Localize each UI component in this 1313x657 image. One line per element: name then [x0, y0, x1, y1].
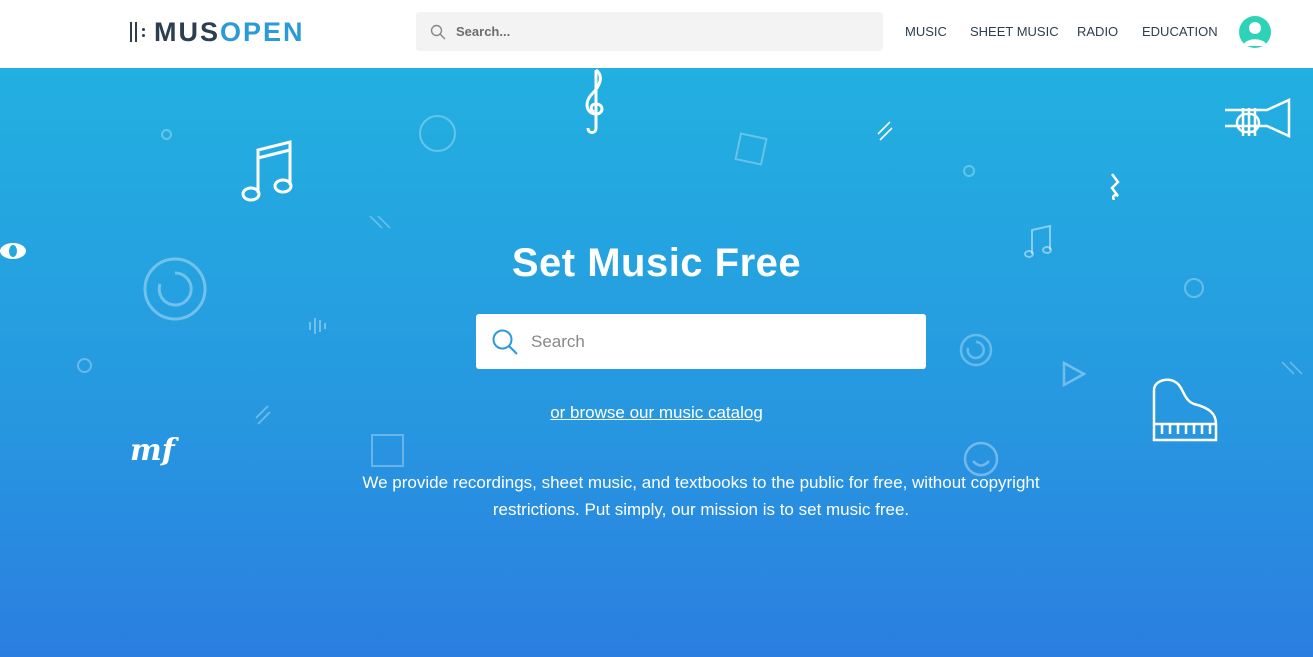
slash-deco	[1281, 361, 1303, 375]
top-navigation-bar: MUSOPEN MUSIC SHEET MUSIC RADIO EDUCATIO…	[0, 0, 1313, 68]
circle-deco	[963, 165, 975, 177]
trumpet-icon	[1225, 98, 1291, 138]
nav-radio[interactable]: RADIO	[1077, 24, 1118, 39]
music-notes-icon	[241, 140, 293, 202]
mezzo-forte-icon: mf	[130, 433, 180, 468]
treble-clef-icon	[585, 68, 604, 134]
mission-statement: We provide recordings, sheet music, and …	[362, 473, 1040, 519]
hero-search-input[interactable]	[531, 331, 901, 352]
play-icon	[1062, 360, 1087, 388]
square-deco	[371, 434, 404, 467]
search-icon	[430, 24, 446, 39]
soundwave-icon	[309, 318, 326, 334]
circle-deco	[419, 115, 456, 152]
slash-deco	[369, 215, 391, 229]
nav-education[interactable]: EDUCATION	[1142, 24, 1218, 39]
svg-text:mf: mf	[130, 433, 180, 468]
header-search-input[interactable]	[456, 24, 856, 39]
nav-music[interactable]: MUSIC	[905, 24, 947, 39]
logo-mark-icon	[130, 20, 150, 44]
hero-section: mf Set Music Free Search or browse our m…	[0, 68, 1313, 657]
header-search-box[interactable]	[416, 12, 883, 51]
loop-small-icon	[959, 333, 993, 367]
browse-catalog-link[interactable]: or browse our music catalog	[550, 403, 763, 422]
slash-deco	[877, 121, 893, 141]
user-avatar-icon[interactable]	[1239, 16, 1271, 48]
circle-deco	[77, 358, 92, 373]
hero-title: Set Music Free	[511, 241, 802, 285]
hero-search-box[interactable]	[476, 314, 926, 369]
circle-deco	[161, 129, 172, 140]
musopen-logo[interactable]: MUSOPEN	[130, 17, 305, 47]
search-icon	[492, 329, 518, 355]
eighth-rest-icon	[1110, 173, 1120, 200]
logo-text: MUSOPEN	[154, 17, 305, 47]
square-deco	[734, 132, 768, 166]
browse-catalog-container: or browse our music catalog	[0, 403, 1313, 423]
nav-sheet-music[interactable]: SHEET MUSIC	[970, 24, 1059, 39]
